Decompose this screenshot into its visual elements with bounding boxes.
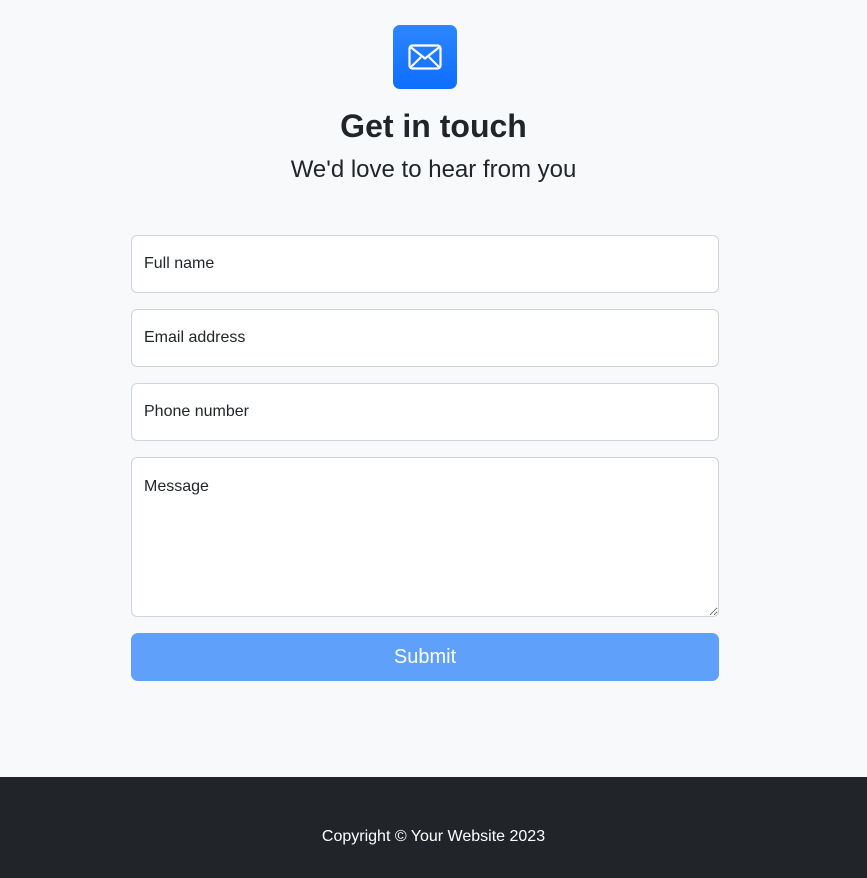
envelope-icon-tile <box>393 25 457 89</box>
page-subtitle: We'd love to hear from you <box>290 156 577 183</box>
envelope-icon <box>408 44 442 70</box>
contact-section: Get in touch We'd love to hear from you … <box>0 0 867 777</box>
footer-copyright: Copyright © Your Website 2023 <box>321 828 546 845</box>
email-input[interactable] <box>131 309 719 367</box>
full-name-input[interactable] <box>131 235 719 293</box>
phone-input[interactable] <box>131 383 719 441</box>
message-textarea[interactable] <box>131 457 719 617</box>
submit-button[interactable]: Submit <box>131 633 719 681</box>
page-title: Get in touch <box>340 108 527 144</box>
